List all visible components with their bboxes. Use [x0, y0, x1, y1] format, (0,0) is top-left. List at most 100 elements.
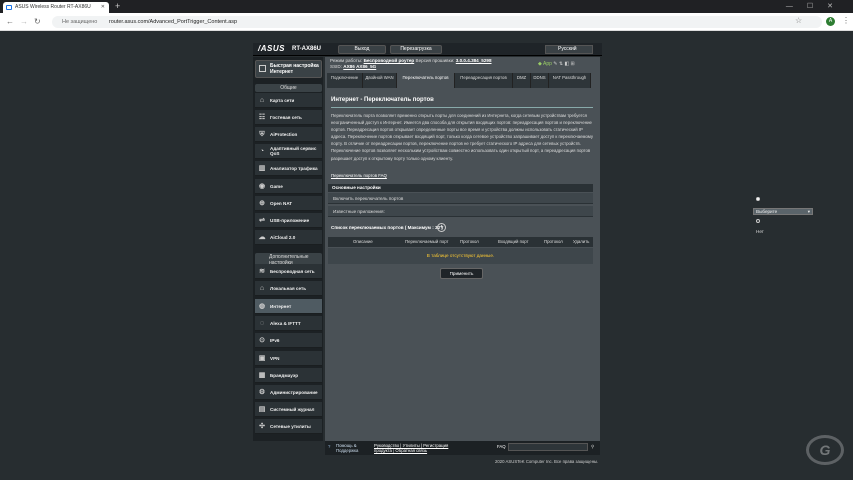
mode-value[interactable]: Беспроводной роутер	[364, 58, 415, 63]
sidebar-item-open-nat[interactable]: ⊕ Open NAT	[255, 196, 322, 211]
sidebar-item-label: Карта сети	[270, 97, 295, 103]
url-text: router.asus.com/Advanced_PortTrigger_Con…	[108, 19, 238, 25]
shield-icon: ⛨	[259, 131, 265, 138]
avatar[interactable]: A	[826, 17, 835, 26]
sidebar-item-label: Интернет	[270, 303, 292, 309]
tab-title: ASUS Wireless Router RT-AX86U	[15, 4, 91, 10]
help-icon: ?	[328, 444, 331, 449]
sidebar-item-system-log[interactable]: ▤ Системный журнал	[255, 402, 322, 417]
tab-ddns[interactable]: DDNS	[531, 73, 549, 88]
sidebar-item-aiprotection[interactable]: ⛨ AiProtection	[255, 127, 322, 142]
sidebar-item-label: AiProtection	[270, 131, 298, 137]
faq-link[interactable]: Переключатель портов FAQ	[331, 173, 387, 178]
tab-dmz[interactable]: DMZ	[513, 73, 531, 88]
sidebar-item-label: Системный журнал	[270, 406, 315, 412]
sidebar-item-network-tools[interactable]: ✣ Сетевые утилиты	[255, 419, 322, 434]
sidebar-item-qos[interactable]: ◔ Адаптивный сервис QoS	[255, 144, 322, 159]
ssid-24g[interactable]: AX86	[343, 64, 355, 69]
col-description: Описание	[353, 239, 373, 244]
watermark-logo: G	[806, 435, 844, 465]
language-select[interactable]: Русский	[545, 45, 593, 54]
bookmark-star-icon[interactable]: ☆	[795, 16, 802, 25]
status-bar: Режим работы: Беспроводной роутер Версия…	[330, 58, 492, 70]
browser-tab[interactable]: ASUS Wireless Router RT-AX86U ✕	[3, 2, 109, 13]
faq-search-input[interactable]	[508, 443, 588, 451]
sidebar-item-firewall[interactable]: ▦ Брандмауэр	[255, 368, 322, 383]
mode-label: Режим работы:	[330, 58, 363, 63]
address-bar-row: ← → ↻ Не защищено router.asus.com/Advanc…	[0, 13, 853, 31]
sidebar-item-administration[interactable]: ⚙ Администрирование	[255, 385, 322, 400]
sidebar-item-aicloud[interactable]: ☁ AiCloud 2.0	[255, 230, 322, 245]
radio-no[interactable]	[756, 218, 760, 223]
known-apps-value: Выберите	[756, 209, 778, 214]
sidebar-item-label: IPv6	[270, 337, 280, 343]
sidebar-item-label: Гостевая сеть	[270, 114, 302, 120]
window-controls[interactable]: —☐✕	[786, 0, 847, 13]
sidebar-item-label: Беспроводная сеть	[270, 268, 315, 274]
browser-tab-bar: ASUS Wireless Router RT-AX86U ✕ + —☐✕	[0, 0, 853, 13]
quick-setup-button[interactable]: Быстрая настройка Интернет	[255, 60, 322, 78]
qos-icon: ◔	[259, 148, 265, 155]
sidebar-item-label: Alexa & IFTTT	[270, 320, 301, 326]
tab-port-forwarding[interactable]: Переадресация портов	[455, 73, 513, 88]
favicon-icon	[6, 5, 12, 10]
trigger-table-header: Описание Переключаемый порт Протокол Вхо…	[328, 237, 593, 247]
sidebar-item-vpn[interactable]: ▣ VPN	[255, 351, 322, 366]
sidebar-item-lan[interactable]: ⌂ Локальная сеть	[255, 281, 322, 296]
reboot-button[interactable]: Перезагрузка	[390, 45, 442, 54]
sidebar-item-usb-app[interactable]: ⇌ USB-приложение	[255, 213, 322, 228]
vpn-icon: ▣	[258, 355, 266, 362]
lan-icon: ⌂	[259, 285, 265, 292]
radio-yes[interactable]	[756, 196, 760, 201]
sidebar-item-ipv6[interactable]: ⊙ IPv6	[255, 333, 322, 348]
search-icon[interactable]: ⚲	[591, 444, 594, 449]
tab-connection[interactable]: Подключение	[327, 73, 363, 88]
close-tab-icon[interactable]: ✕	[101, 2, 105, 13]
tab-port-trigger[interactable]: Переключатель портов	[397, 73, 455, 88]
reload-icon[interactable]: ↻	[34, 17, 41, 27]
sidebar-item-label: Брандмауэр	[270, 372, 299, 378]
add-rule-button[interactable]: +	[437, 223, 446, 232]
new-tab-icon[interactable]: +	[115, 0, 120, 13]
enable-port-trigger-row: Включить переключатель портов Да Нет	[328, 193, 764, 234]
sidebar-item-guest-network[interactable]: ☷ Гостевая сеть	[255, 110, 322, 125]
title-divider	[331, 107, 593, 108]
enable-label: Включить переключатель портов	[333, 196, 404, 201]
ipv6-icon: ⊙	[259, 337, 265, 344]
asus-logo: /ASUS	[258, 44, 285, 53]
sidebar-item-network-map[interactable]: ⌂ Карта сети	[255, 93, 322, 108]
alexa-icon: ◌	[259, 320, 265, 327]
router-model: RT-AX86U	[292, 46, 322, 52]
log-icon: ▤	[258, 406, 266, 413]
footer-links[interactable]: Руководство | Утилиты | Регистрация прод…	[374, 443, 464, 453]
quick-setup-label: Быстрая настройка Интернет	[270, 63, 319, 75]
tab-bar: Подключение Двойной WAN Переключатель по…	[327, 73, 591, 88]
guest-network-icon: ☷	[258, 114, 266, 121]
logout-button[interactable]: Выход	[338, 45, 386, 54]
firmware-value[interactable]: 3.0.0.4.384_5298	[456, 58, 492, 63]
wifi-icon: ≋	[259, 268, 265, 275]
apply-button[interactable]: Применить	[440, 268, 483, 279]
status-icons[interactable]: ◆ App ✎ ⇅ ◧ ⊞	[538, 61, 575, 67]
sidebar-item-internet[interactable]: ◍ Интернет	[255, 299, 322, 314]
tab-dual-wan[interactable]: Двойной WAN	[363, 73, 397, 88]
enable-radio-group: Да Нет	[756, 193, 764, 237]
ssid-5g[interactable]: AX86_5G	[356, 64, 376, 69]
general-section-header: Общие	[255, 84, 322, 92]
app-icon: ◆	[538, 61, 542, 67]
url-input[interactable]: Не защищено router.asus.com/Advanced_Por…	[52, 16, 822, 28]
sidebar-item-wireless[interactable]: ≋ Беспроводная сеть	[255, 264, 322, 279]
chart-icon: ▥	[258, 165, 266, 172]
help-support-link[interactable]: Помощь & Поддержка	[336, 443, 370, 453]
known-apps-select[interactable]: Выберите ▾	[753, 208, 813, 215]
known-apps-label: Известные приложения:	[333, 209, 385, 214]
tab-nat-passthrough[interactable]: NAT Passthrough	[549, 73, 591, 88]
forward-icon[interactable]: →	[20, 17, 28, 27]
sidebar-item-alexa[interactable]: ◌ Alexa & IFTTT	[255, 316, 322, 331]
sidebar-item-traffic-analyzer[interactable]: ▥ Анализатор трафика	[255, 161, 322, 176]
back-icon[interactable]: ←	[6, 17, 14, 27]
browser-menu-icon[interactable]: ⋮	[842, 16, 850, 25]
sidebar-item-label: USB-приложение	[270, 217, 310, 223]
usb-icon: ⇌	[259, 217, 265, 224]
sidebar-item-game[interactable]: ◉ Game	[255, 179, 322, 194]
